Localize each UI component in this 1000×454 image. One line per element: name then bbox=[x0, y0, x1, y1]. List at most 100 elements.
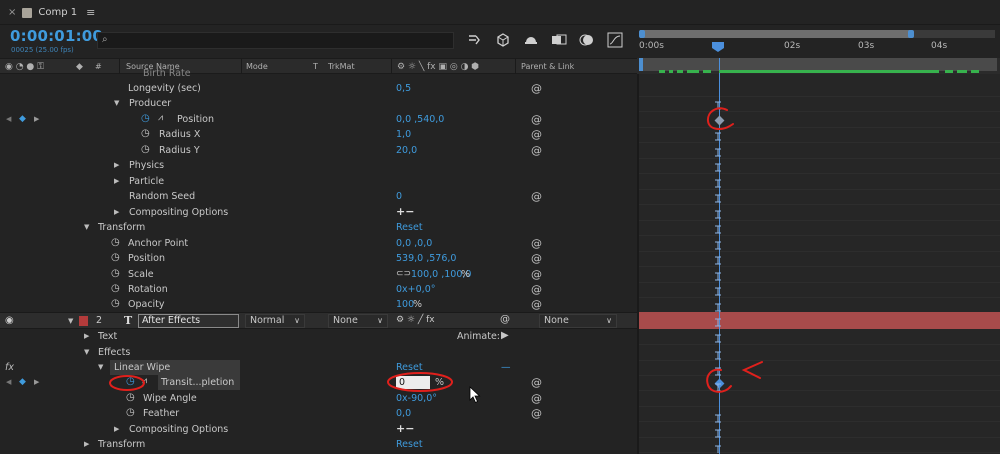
stopwatch-icon[interactable]: ◷ bbox=[111, 268, 120, 279]
next-keyframe-icon[interactable]: ▶ bbox=[34, 115, 39, 123]
motion-blur-icon[interactable] bbox=[578, 32, 596, 50]
close-icon[interactable]: × bbox=[8, 7, 16, 18]
property-row: Birth Rate bbox=[0, 66, 637, 82]
add-remove-buttons[interactable]: +− bbox=[396, 205, 414, 218]
layer-row[interactable]: ◉ ▼ 2 T After Effects Normal ∨ None ∨ ⚙ … bbox=[0, 312, 637, 329]
property-value[interactable]: 0,0 ,540,0 bbox=[396, 114, 444, 125]
parent-select[interactable]: None ∨ bbox=[539, 314, 617, 328]
graph-icon[interactable]: ⩘ bbox=[158, 113, 163, 123]
ruler-tick: 0:00s bbox=[639, 41, 664, 51]
group-label: Producer bbox=[129, 98, 172, 109]
pickwhip-icon[interactable]: @ bbox=[531, 268, 542, 281]
comp-flowchart-icon[interactable] bbox=[466, 32, 484, 50]
stopwatch-icon[interactable]: ◷ bbox=[126, 392, 135, 403]
animate-menu-icon[interactable]: ▶ bbox=[501, 330, 509, 341]
property-value[interactable]: 100 bbox=[396, 299, 414, 310]
pickwhip-icon[interactable]: @ bbox=[531, 283, 542, 296]
shy-layers-icon[interactable] bbox=[522, 32, 540, 50]
property-value[interactable]: 0,5 bbox=[396, 83, 411, 94]
collapse-triangle-icon[interactable]: ▶ bbox=[114, 161, 119, 169]
pickwhip-icon[interactable]: @ bbox=[531, 113, 542, 126]
blend-mode-select[interactable]: Normal ∨ bbox=[245, 314, 305, 328]
pickwhip-icon[interactable]: @ bbox=[500, 314, 510, 325]
current-time-indicator-head[interactable] bbox=[712, 42, 724, 52]
pickwhip-icon[interactable]: @ bbox=[531, 298, 542, 311]
pickwhip-icon[interactable]: @ bbox=[531, 392, 542, 405]
search-input[interactable]: ⌕ bbox=[97, 32, 454, 49]
unit-label: % bbox=[435, 377, 445, 388]
property-value[interactable]: 0,0 ,0,0 bbox=[396, 238, 432, 249]
expand-triangle-icon[interactable]: ▼ bbox=[68, 317, 73, 325]
stopwatch-icon[interactable]: ◷ bbox=[111, 237, 120, 248]
pickwhip-icon[interactable]: @ bbox=[531, 190, 542, 203]
property-value[interactable]: 0,0 bbox=[396, 408, 411, 419]
pickwhip-icon[interactable]: @ bbox=[531, 144, 542, 157]
property-value[interactable]: 0x-90,0° bbox=[396, 393, 437, 404]
expand-triangle-icon[interactable]: ▼ bbox=[114, 99, 119, 107]
visibility-eye-icon[interactable]: ◉ bbox=[5, 315, 14, 326]
time-navigator[interactable] bbox=[640, 30, 995, 38]
track-matte-select[interactable]: None ∨ bbox=[328, 314, 388, 328]
keyframe-icon[interactable]: ◆ bbox=[19, 114, 26, 124]
current-time-display[interactable]: 0:00:01:00 bbox=[10, 27, 103, 45]
tab-comp1[interactable]: × Comp 1 ≡ bbox=[0, 0, 100, 25]
property-value[interactable]: 20,0 bbox=[396, 145, 417, 156]
reset-link[interactable]: Reset bbox=[396, 362, 423, 373]
stopwatch-icon[interactable]: ◷ bbox=[141, 144, 150, 155]
layer-name-field[interactable]: After Effects bbox=[138, 314, 239, 328]
stopwatch-icon[interactable]: ◷ bbox=[141, 128, 150, 139]
reset-link[interactable]: Reset bbox=[396, 222, 423, 233]
next-keyframe-icon[interactable]: ▶ bbox=[34, 378, 39, 386]
collapse-triangle-icon[interactable]: ▶ bbox=[114, 425, 119, 433]
expand-triangle-icon[interactable]: ▼ bbox=[84, 348, 89, 356]
transition-completion-input[interactable]: 0 bbox=[396, 376, 430, 389]
property-value[interactable]: 0 bbox=[396, 191, 402, 202]
keyframe-icon[interactable]: ◆ bbox=[19, 377, 26, 387]
constrain-proportions-icon[interactable]: ⊂⊃ bbox=[396, 269, 411, 279]
effect-label[interactable]: Linear Wipe bbox=[114, 362, 170, 373]
pickwhip-icon[interactable]: @ bbox=[531, 82, 542, 95]
collapse-triangle-icon[interactable]: ▶ bbox=[114, 208, 119, 216]
prev-keyframe-icon[interactable]: ◀ bbox=[6, 115, 11, 123]
stopwatch-icon[interactable]: ◷ bbox=[111, 283, 120, 294]
collapse-triangle-icon[interactable]: ▶ bbox=[114, 177, 119, 185]
stopwatch-icon[interactable]: ◷ bbox=[111, 298, 120, 309]
reset-link[interactable]: Reset bbox=[396, 439, 423, 450]
pickwhip-icon[interactable]: @ bbox=[531, 128, 542, 141]
timeline-graph-area[interactable] bbox=[637, 58, 1000, 454]
effect-dash: — bbox=[501, 362, 511, 373]
unit-label: % bbox=[461, 269, 471, 280]
pickwhip-icon[interactable]: @ bbox=[531, 237, 542, 250]
group-label: Text bbox=[98, 331, 118, 342]
collapse-triangle-icon[interactable]: ▶ bbox=[84, 332, 89, 340]
stopwatch-icon[interactable]: ◷ bbox=[126, 376, 135, 387]
fx-icon[interactable]: fx bbox=[5, 362, 14, 373]
pickwhip-icon[interactable]: @ bbox=[531, 376, 542, 389]
prev-keyframe-icon[interactable]: ◀ bbox=[6, 378, 11, 386]
property-value[interactable]: 0x+0,0° bbox=[396, 284, 435, 295]
property-value[interactable]: 539,0 ,576,0 bbox=[396, 253, 456, 264]
graph-icon[interactable]: ⩘ bbox=[142, 376, 147, 386]
property-value[interactable]: 1,0 bbox=[396, 129, 411, 140]
pickwhip-icon[interactable]: @ bbox=[531, 407, 542, 420]
graph-editor-icon[interactable] bbox=[606, 32, 624, 50]
property-label: Longevity (sec) bbox=[128, 83, 201, 94]
frame-blending-icon[interactable] bbox=[550, 32, 568, 50]
layer-label-color[interactable] bbox=[79, 316, 88, 326]
pickwhip-icon[interactable]: @ bbox=[531, 252, 542, 265]
cti-frame-ticks bbox=[715, 101, 721, 453]
stopwatch-icon[interactable]: ◷ bbox=[111, 252, 120, 263]
time-navigator-end[interactable] bbox=[908, 30, 914, 38]
3d-draft-icon[interactable] bbox=[494, 32, 512, 50]
layer-duration-bar[interactable] bbox=[639, 312, 1000, 329]
expand-triangle-icon[interactable]: ▼ bbox=[98, 363, 103, 371]
time-ruler[interactable]: 0:00s 02s 03s 04s bbox=[637, 25, 1000, 58]
layer-switches-icons[interactable]: ⚙ ☼ ╱ fx bbox=[396, 315, 435, 325]
panel-menu-icon[interactable]: ≡ bbox=[86, 6, 95, 19]
collapse-triangle-icon[interactable]: ▶ bbox=[84, 440, 89, 448]
expand-triangle-icon[interactable]: ▼ bbox=[84, 223, 89, 231]
add-remove-buttons[interactable]: +− bbox=[396, 422, 414, 435]
stopwatch-icon[interactable]: ◷ bbox=[126, 407, 135, 418]
time-navigator-start[interactable] bbox=[639, 30, 645, 38]
stopwatch-icon[interactable]: ◷ bbox=[141, 113, 150, 124]
